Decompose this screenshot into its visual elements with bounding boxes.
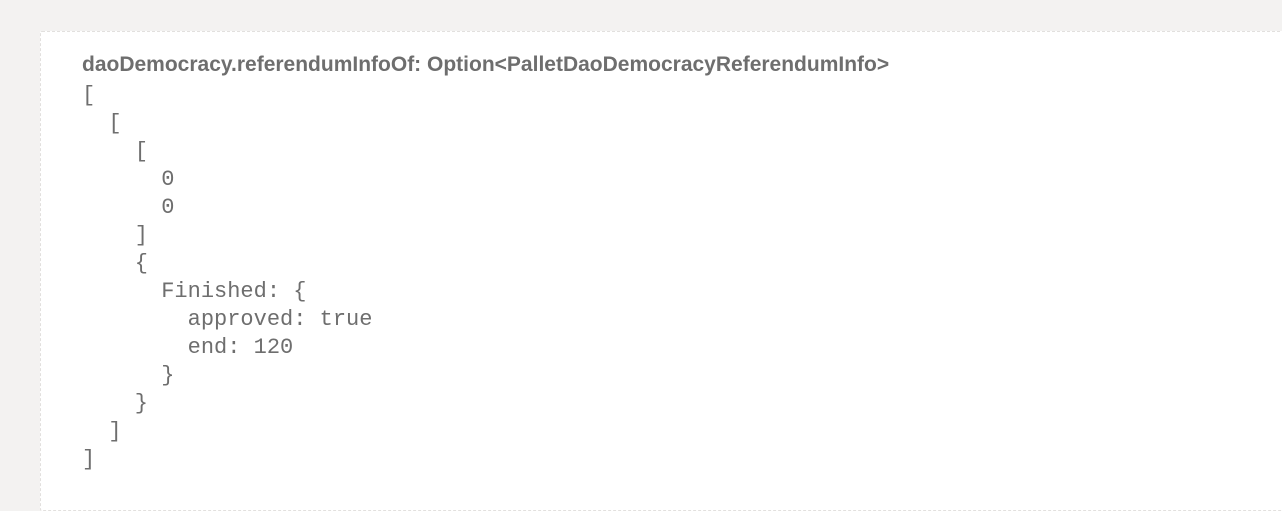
result-line: { bbox=[82, 251, 149, 276]
result-line: [ bbox=[82, 111, 122, 136]
result-line: [ bbox=[82, 139, 149, 164]
result-line: approved: true bbox=[82, 307, 373, 332]
result-line: ] bbox=[82, 447, 96, 472]
result-line: 0 bbox=[82, 195, 175, 220]
result-line: ] bbox=[82, 223, 149, 248]
result-line: ] bbox=[82, 419, 122, 444]
result-line: [ bbox=[82, 83, 96, 108]
result-line: } bbox=[82, 363, 175, 388]
result-line: Finished: { bbox=[82, 279, 307, 304]
query-result-output: [ [ [ 0 0 ] { Finished: { approved: true… bbox=[82, 82, 372, 474]
query-label: daoDemocracy.referendumInfoOf: Option<Pa… bbox=[82, 53, 890, 76]
result-line: end: 120 bbox=[82, 335, 294, 360]
result-line: 0 bbox=[82, 167, 175, 192]
result-line: } bbox=[82, 391, 149, 416]
